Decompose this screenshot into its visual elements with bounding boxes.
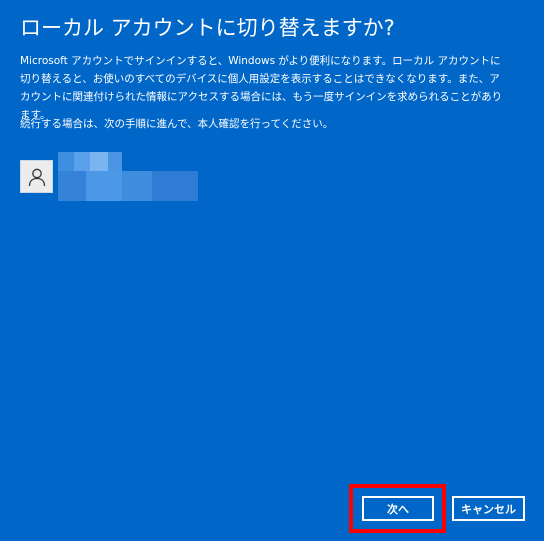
account-email-redacted	[58, 171, 198, 201]
dialog-title: ローカル アカウントに切り替えますか?	[20, 16, 395, 40]
person-icon	[28, 168, 46, 187]
continue-note: 続行する場合は、次の手順に進んで、本人確認を行ってください。	[20, 118, 334, 130]
avatar	[20, 160, 53, 193]
cancel-button[interactable]: キャンセル	[452, 496, 525, 521]
dialog-description: Microsoft アカウントでサインインすると、Windows がより便利にな…	[20, 55, 503, 121]
highlight-box	[349, 484, 446, 533]
account-info	[20, 152, 220, 204]
